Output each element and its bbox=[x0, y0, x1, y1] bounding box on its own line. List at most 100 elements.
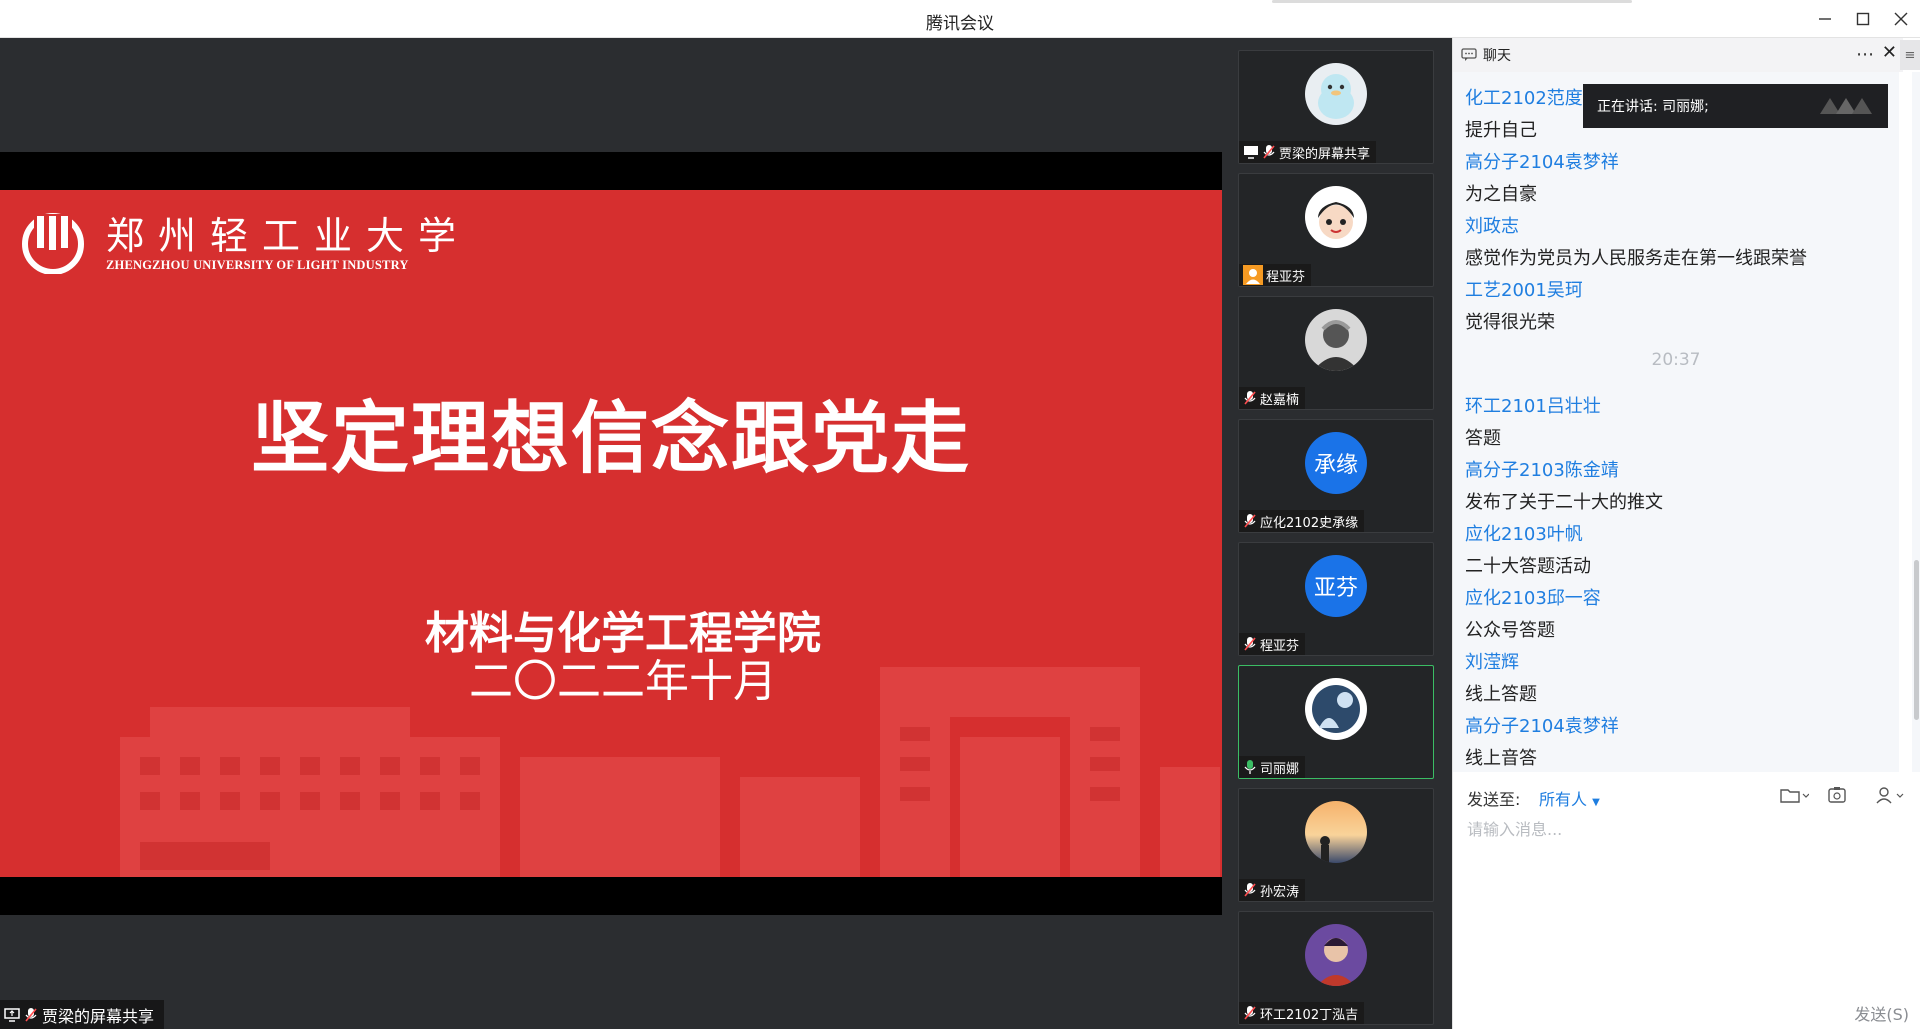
participant-gallery: 贾梁的屏幕共享 程亚芬 赵嘉楠 承缘 应化2102史承缘 亚芬 程亚芬 司丽娜 … bbox=[1222, 38, 1452, 1029]
participant-name: 程亚芬 bbox=[1260, 638, 1300, 654]
speaking-wave-icon bbox=[1820, 98, 1872, 114]
avatar-text: 承缘 bbox=[1305, 432, 1367, 494]
participant-label: 贾梁的屏幕共享 bbox=[1239, 141, 1377, 163]
menu-icon[interactable]: ≡ bbox=[1900, 40, 1920, 70]
send-to-value: 所有人 bbox=[1539, 790, 1588, 809]
close-icon bbox=[1894, 12, 1908, 26]
chat-message-text: 感觉作为党员为人民服务走在第一线跟荣誉 bbox=[1465, 248, 1807, 269]
title-bar: 腾讯会议 bbox=[0, 0, 1920, 38]
participant-tile-speaking[interactable]: 司丽娜 bbox=[1238, 665, 1434, 779]
chat-message-text: 觉得很光荣 bbox=[1465, 312, 1555, 333]
maximize-button[interactable] bbox=[1844, 0, 1882, 38]
close-chat-icon[interactable]: ✕ bbox=[1882, 42, 1897, 63]
close-button[interactable] bbox=[1882, 0, 1920, 38]
university-emblem-icon bbox=[22, 213, 84, 274]
participant-name: 程亚芬 bbox=[1266, 269, 1306, 285]
chat-panel: 聊天 ⋯ ✕ ≡ 化工2102范度 提升自己 高分子2104袁梦祥 为之自豪 刘政志 感觉… bbox=[1452, 38, 1920, 1029]
folder-icon bbox=[1780, 789, 1809, 803]
chat-compose: 发送至: 所有人 ▼ 请输入消息... 发送(S) bbox=[1453, 772, 1920, 1029]
avatar-sunset bbox=[1305, 801, 1367, 863]
chat-message-text: 答题 bbox=[1465, 428, 1501, 449]
university-logo: 郑州轻工业大学 ZHENGZHOU UNIVERSITY OF LIGHT IN… bbox=[20, 212, 470, 274]
screen-share-area[interactable]: 郑州轻工业大学 ZHENGZHOU UNIVERSITY OF LIGHT IN… bbox=[0, 38, 1222, 1029]
slide-title: 坚定理想信念跟党走 bbox=[250, 393, 971, 484]
university-name-cn: 郑州轻工业大学 bbox=[106, 213, 471, 258]
scrollbar-thumb[interactable] bbox=[1914, 560, 1919, 720]
screen-share-icon bbox=[1244, 146, 1258, 159]
mic-muted-icon bbox=[1244, 637, 1256, 651]
screenshot-button[interactable] bbox=[1827, 784, 1865, 806]
chat-sender-name[interactable]: 刘政志 bbox=[1465, 212, 1519, 238]
participant-tile[interactable]: 贾梁的屏幕共享 bbox=[1238, 50, 1434, 164]
message-input[interactable]: 请输入消息... bbox=[1467, 816, 1562, 840]
avatar-circle-art bbox=[1305, 678, 1367, 740]
mic-muted-icon bbox=[1263, 145, 1275, 159]
minimize-button[interactable] bbox=[1806, 0, 1844, 38]
mic-on-icon bbox=[1244, 760, 1256, 774]
file-button[interactable] bbox=[1779, 784, 1817, 806]
user-settings-button[interactable] bbox=[1875, 784, 1913, 806]
chat-sender-name[interactable]: 高分子2103陈金靖 bbox=[1465, 456, 1619, 482]
mic-muted-icon bbox=[25, 1007, 37, 1022]
more-options-icon[interactable]: ⋯ bbox=[1856, 44, 1875, 65]
participant-name: 司丽娜 bbox=[1260, 761, 1300, 777]
compose-toolbar bbox=[1779, 784, 1913, 806]
participant-tile[interactable]: 承缘 应化2102史承缘 bbox=[1238, 419, 1434, 533]
screen-share-owner: 贾梁的屏幕共享 bbox=[42, 1006, 155, 1026]
screen-share-label: 贾梁的屏幕共享 bbox=[0, 1000, 165, 1029]
participant-label: 程亚芬 bbox=[1239, 264, 1312, 286]
participant-label: 程亚芬 bbox=[1239, 633, 1306, 655]
chat-message-text: 二十大答题活动 bbox=[1465, 556, 1591, 577]
participant-tile[interactable]: 赵嘉楠 bbox=[1238, 296, 1434, 410]
participant-tile[interactable]: 亚芬 程亚芬 bbox=[1238, 542, 1434, 656]
screenshot-icon bbox=[1828, 787, 1846, 803]
chat-sender-name[interactable]: 化工2102范度 bbox=[1465, 84, 1583, 110]
chat-timestamp: 20:37 bbox=[1651, 350, 1701, 370]
user-settings-icon bbox=[1876, 787, 1904, 804]
avatar-portrait bbox=[1305, 924, 1367, 986]
participant-tile[interactable]: 程亚芬 bbox=[1238, 173, 1434, 287]
chat-message-list[interactable]: 化工2102范度 提升自己 高分子2104袁梦祥 为之自豪 刘政志 感觉作为党员为人民服务… bbox=[1453, 72, 1899, 772]
chat-sender-name[interactable]: 刘滢辉 bbox=[1465, 648, 1519, 674]
chat-message-text: 为之自豪 bbox=[1465, 184, 1537, 205]
send-to-select[interactable]: 所有人 ▼ bbox=[1539, 786, 1600, 810]
avatar-penguin bbox=[1305, 63, 1367, 125]
chat-message-text: 线上音答 bbox=[1465, 748, 1537, 769]
slide-frame: 郑州轻工业大学 ZHENGZHOU UNIVERSITY OF LIGHT IN… bbox=[0, 152, 1222, 915]
participant-name: 贾梁的屏幕共享 bbox=[1279, 146, 1371, 162]
chat-sender-name[interactable]: 应化2103邱一容 bbox=[1465, 584, 1601, 610]
chat-sender-name[interactable]: 工艺2001吴珂 bbox=[1465, 276, 1583, 302]
participant-name: 环工2102丁泓吉 bbox=[1260, 1007, 1359, 1023]
chat-message-text: 公众号答题 bbox=[1465, 620, 1555, 641]
presentation-slide: 郑州轻工业大学 ZHENGZHOU UNIVERSITY OF LIGHT IN… bbox=[0, 190, 1222, 877]
chat-sender-name[interactable]: 高分子2104袁梦祥 bbox=[1465, 712, 1619, 738]
participant-label: 司丽娜 bbox=[1239, 756, 1306, 778]
chat-icon bbox=[1461, 48, 1477, 61]
participant-name: 孙宏涛 bbox=[1260, 884, 1300, 900]
minimize-icon bbox=[1819, 18, 1831, 20]
speaking-indicator: 正在讲话: 司丽娜; bbox=[1583, 84, 1888, 128]
window-title: 腾讯会议 bbox=[926, 14, 994, 34]
chat-scrollbar[interactable] bbox=[1912, 72, 1920, 772]
mic-muted-icon bbox=[1244, 514, 1256, 528]
chat-sender-name[interactable]: 高分子2104袁梦祥 bbox=[1465, 148, 1619, 174]
screen-share-icon bbox=[4, 1007, 20, 1022]
chat-title: 聊天 bbox=[1483, 48, 1511, 64]
send-button[interactable]: 发送(S) bbox=[1854, 1001, 1909, 1025]
mic-muted-icon bbox=[1244, 391, 1256, 405]
chat-sender-name[interactable]: 应化2103叶帆 bbox=[1465, 520, 1583, 546]
speaking-text: 正在讲话: 司丽娜; bbox=[1597, 99, 1709, 115]
participant-label: 赵嘉楠 bbox=[1239, 387, 1306, 409]
top-indicator bbox=[1272, 0, 1632, 3]
chat-sender-name[interactable]: 环工2101吕壮壮 bbox=[1465, 392, 1601, 418]
chat-header: 聊天 ⋯ ✕ bbox=[1453, 38, 1903, 72]
participant-name: 赵嘉楠 bbox=[1260, 392, 1300, 408]
slide-subtitle-date: 二〇二二年十月 bbox=[469, 656, 777, 707]
avatar-cartoon bbox=[1305, 186, 1367, 248]
participant-tile[interactable]: 孙宏涛 bbox=[1238, 788, 1434, 902]
participant-label: 应化2102史承缘 bbox=[1239, 510, 1365, 532]
university-name-en: ZHENGZHOU UNIVERSITY OF LIGHT INDUSTRY bbox=[106, 257, 409, 272]
avatar-text: 亚芬 bbox=[1305, 555, 1367, 617]
mic-muted-icon bbox=[1244, 883, 1256, 897]
participant-tile[interactable]: 环工2102丁泓吉 bbox=[1238, 911, 1434, 1025]
